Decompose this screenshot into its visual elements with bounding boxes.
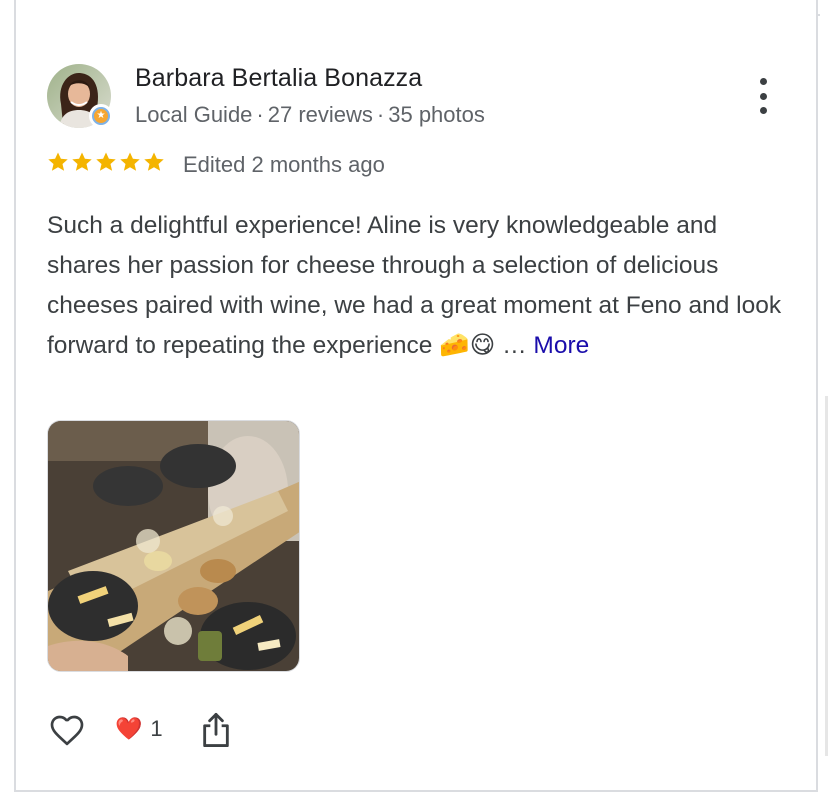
menu-dot	[759, 107, 767, 114]
star-icon	[48, 152, 68, 171]
star-icon	[96, 152, 116, 171]
photo-count: 35 photos	[388, 102, 485, 127]
star-icon	[144, 152, 164, 171]
star-icon	[120, 152, 140, 171]
star-icon	[72, 152, 92, 171]
star-rating	[46, 150, 166, 174]
more-link[interactable]: More	[533, 332, 589, 359]
reaction-count: 1	[150, 716, 163, 741]
red-heart-icon: ❤️	[115, 716, 143, 741]
local-guide-label: Local Guide	[135, 102, 253, 127]
local-guide-badge-icon: ★	[89, 104, 113, 128]
review-photo[interactable]	[47, 420, 300, 672]
scrollbar-track	[825, 396, 828, 756]
meta-separator: ·	[256, 102, 264, 127]
meta-separator: ·	[376, 102, 385, 127]
review-count: 27 reviews	[267, 102, 373, 127]
edited-timestamp: Edited 2 months ago	[183, 152, 385, 177]
heart-outline-icon[interactable]	[47, 710, 87, 750]
more-vert-icon[interactable]	[748, 78, 778, 114]
reviewer-avatar[interactable]: ★	[47, 64, 113, 128]
review-body: Such a delightful experience! Aline is v…	[47, 212, 782, 359]
share-icon[interactable]	[199, 710, 233, 750]
reviewer-name[interactable]: Barbara Bertalia Bonazza	[135, 64, 422, 93]
menu-dot	[759, 92, 767, 100]
review-ellipsis: …	[495, 332, 534, 359]
reviewer-meta: Local Guide · 27 reviews · 35 photos	[135, 102, 485, 128]
review-text: Such a delightful experience! Aline is v…	[47, 206, 787, 366]
review-emoji: 🧀😋	[439, 332, 496, 359]
menu-dot	[759, 78, 767, 85]
reaction-summary[interactable]: ❤️ 1	[115, 716, 163, 742]
